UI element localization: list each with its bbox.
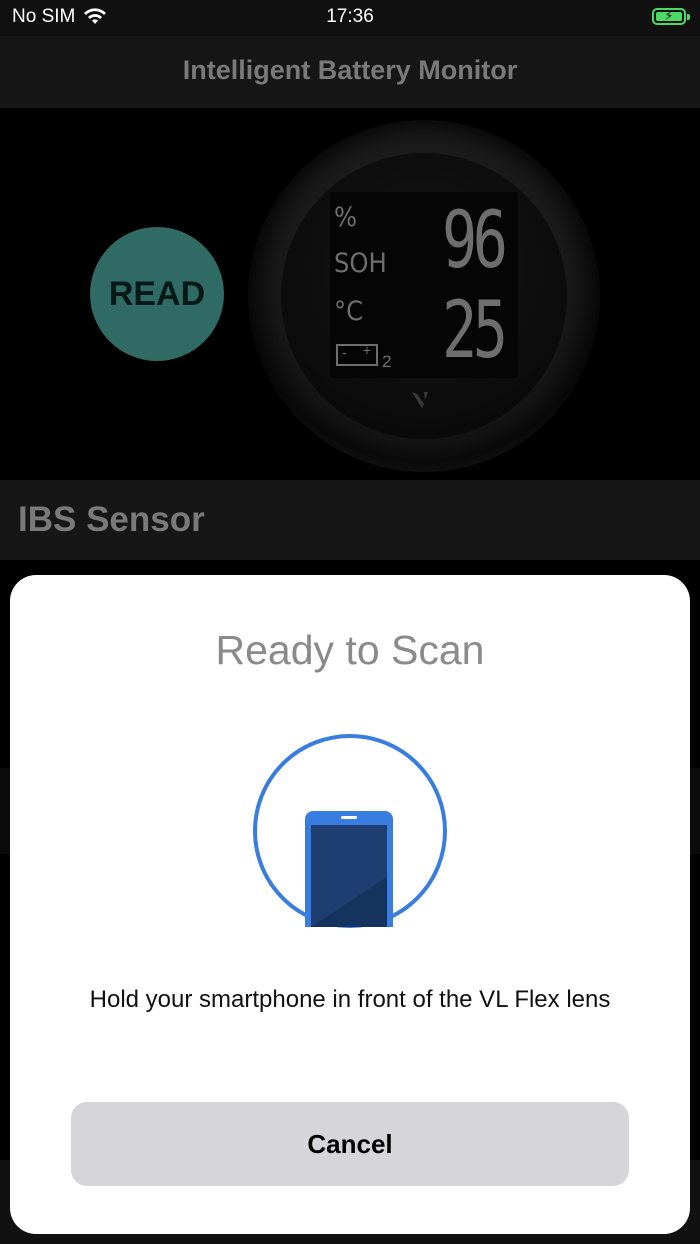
phone-icon bbox=[305, 811, 393, 927]
status-bar: No SIM 17:36 ⚡ bbox=[0, 0, 700, 36]
section-header: IBS Sensor bbox=[0, 480, 700, 560]
gauge-lcd-display: % SOH °C - + 2 96 25 bbox=[330, 192, 518, 378]
battery-index-label: 2 bbox=[382, 352, 392, 371]
percent-unit-label: % bbox=[334, 202, 358, 233]
page-title: Intelligent Battery Monitor bbox=[182, 55, 518, 85]
soh-label: SOH bbox=[334, 248, 387, 279]
temperature-value: 25 bbox=[442, 286, 508, 376]
status-time: 17:36 bbox=[326, 6, 374, 27]
battery-charging-icon: ⚡ bbox=[652, 8, 690, 25]
read-button[interactable]: READ bbox=[90, 227, 224, 361]
nav-bar: Intelligent Battery Monitor bbox=[0, 36, 700, 108]
scan-sheet: Ready to Scan Hold your smartphone in fr… bbox=[10, 575, 690, 1234]
cancel-button[interactable]: Cancel bbox=[71, 1102, 629, 1186]
brand-logo-icon bbox=[412, 392, 428, 408]
soh-value: 96 bbox=[442, 196, 508, 286]
battery-icon: - + bbox=[336, 342, 378, 366]
phone-screen bbox=[311, 825, 387, 927]
phone-speaker bbox=[341, 816, 357, 819]
section-title: IBS Sensor bbox=[18, 500, 205, 539]
scan-instructions: Hold your smartphone in front of the VL … bbox=[89, 986, 611, 1013]
sheet-title: Ready to Scan bbox=[215, 627, 485, 673]
temp-unit-label: °C bbox=[334, 296, 364, 327]
